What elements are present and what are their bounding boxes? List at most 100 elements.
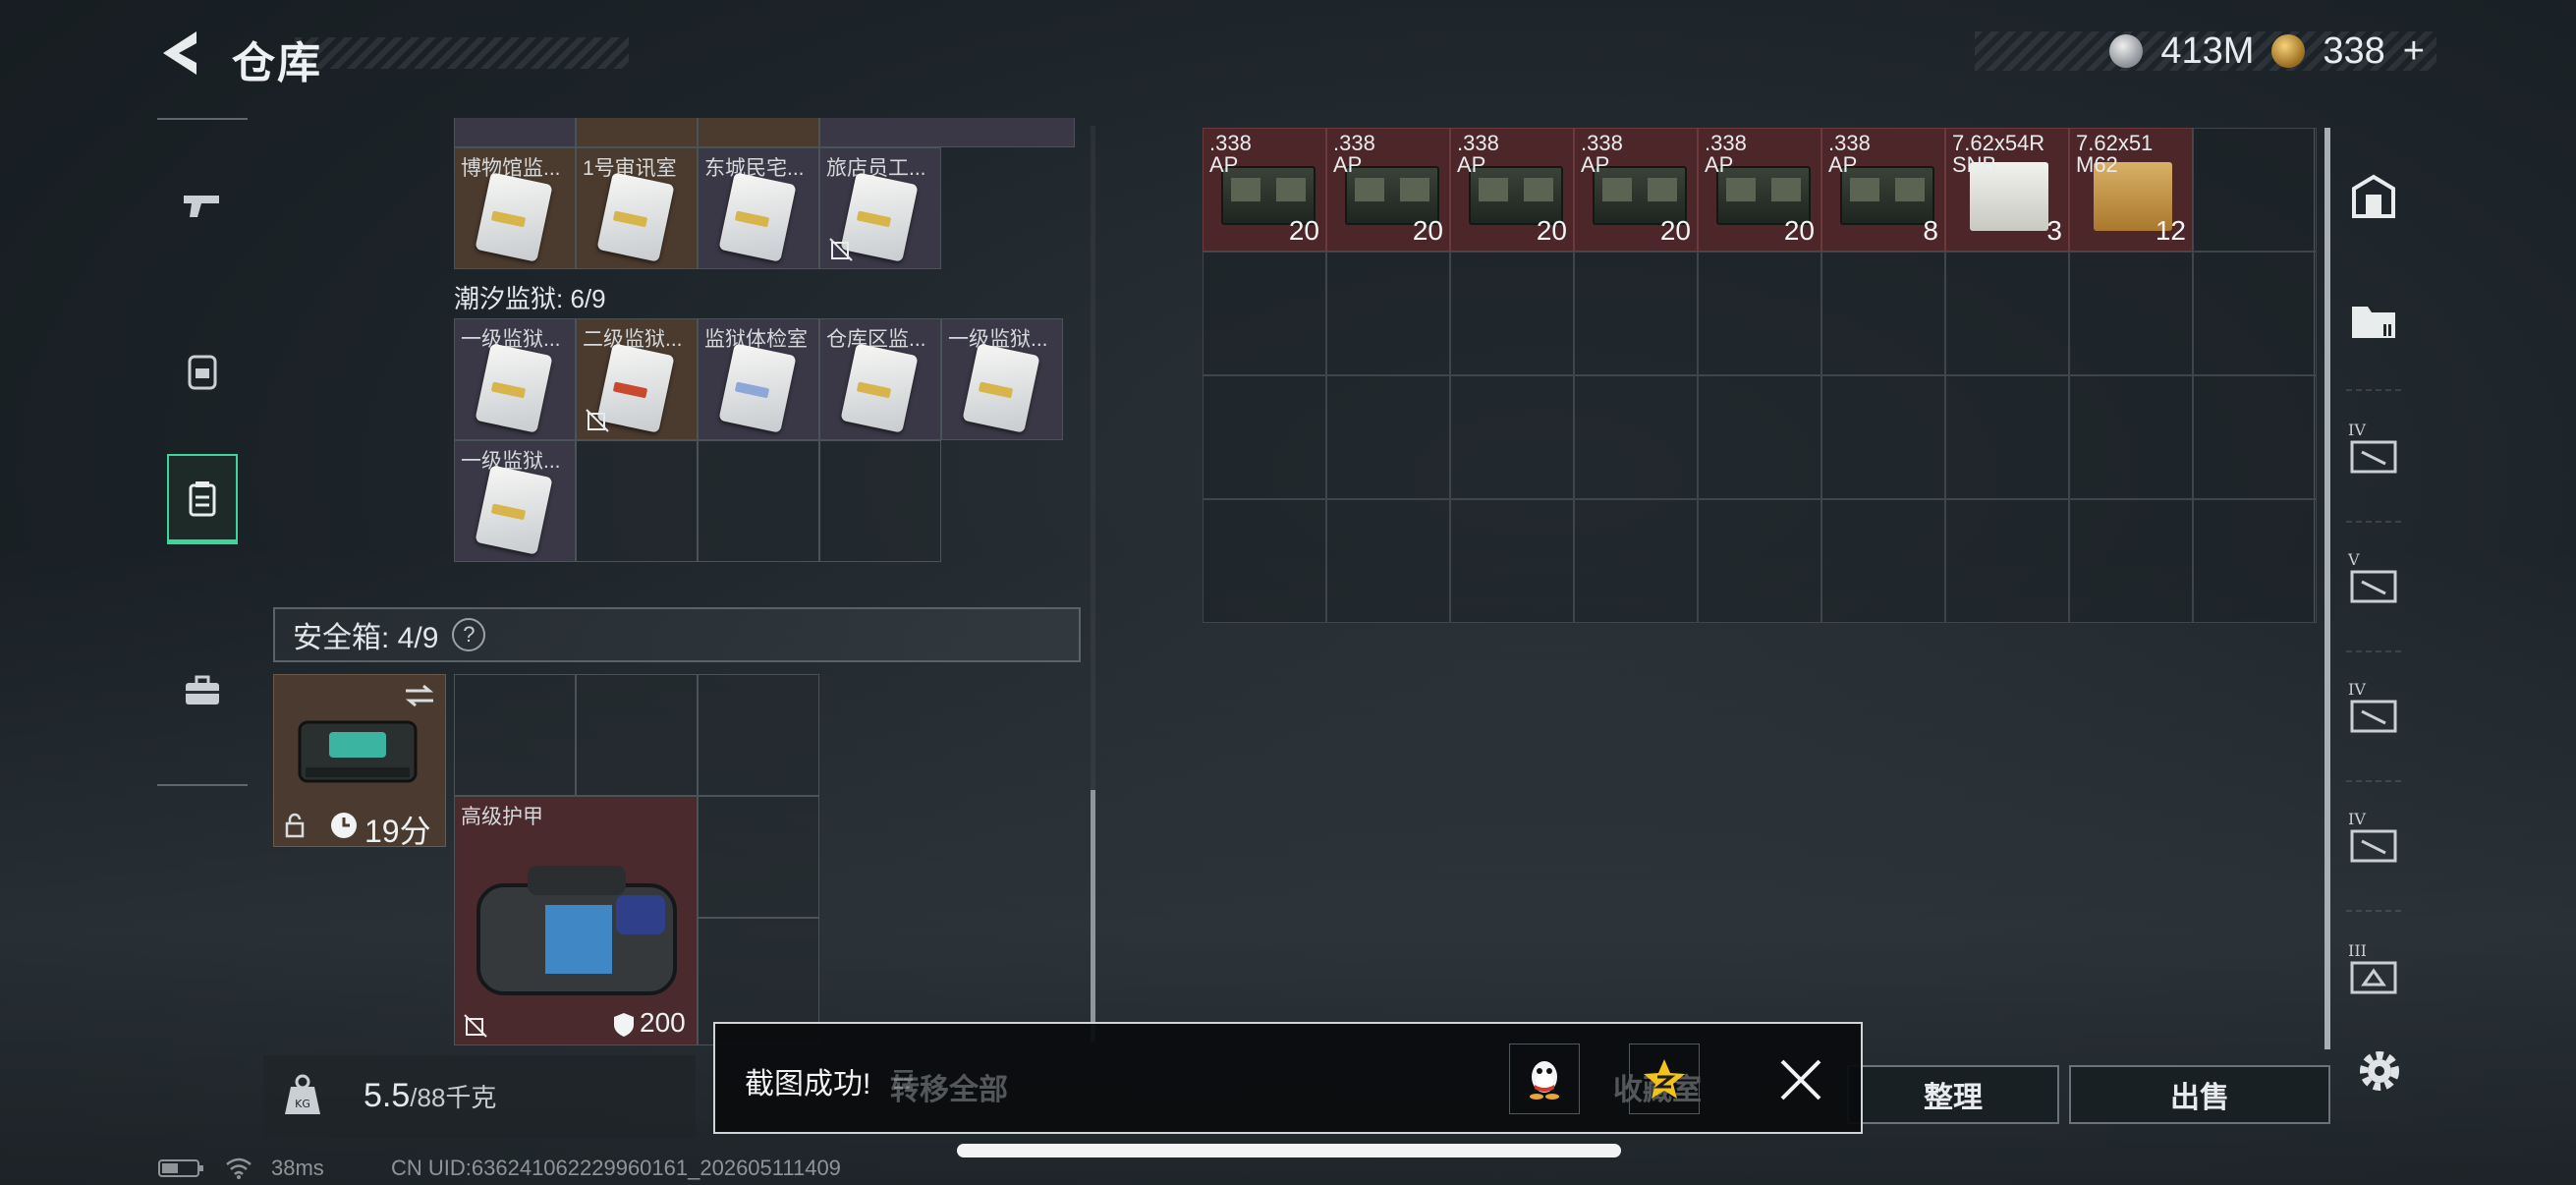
ammo-count: 12	[2155, 215, 2186, 246]
sell-button[interactable]: 出售	[2069, 1065, 2330, 1124]
stash-empty-slot[interactable]	[2193, 252, 2317, 375]
stash-empty-slot[interactable]	[2193, 128, 2317, 252]
nav-toolbox[interactable]	[167, 647, 238, 737]
keycard-icon	[718, 343, 797, 433]
ammo-label: 7.62x51 M62	[2076, 131, 2154, 177]
stash-empty-slot[interactable]	[2069, 252, 2193, 375]
qq-share-button[interactable]	[1509, 1044, 1580, 1114]
empty-slot[interactable]	[576, 674, 698, 796]
keycard-item[interactable]: 1号审讯室	[576, 147, 698, 269]
stash-tab-tier[interactable]: V	[2342, 550, 2405, 615]
stash-empty-slot[interactable]	[1326, 499, 1450, 623]
stash-empty-slot[interactable]	[1326, 252, 1450, 375]
transfer-all-button[interactable]: 转移全部	[890, 1065, 1008, 1108]
nav-weapons[interactable]	[167, 161, 238, 252]
keycard-icon	[962, 343, 1040, 433]
empty-slot[interactable]	[454, 674, 576, 796]
armor-bag-item[interactable]: 高级护甲 200	[454, 796, 698, 1045]
empty-slot[interactable]	[698, 796, 819, 918]
stash-empty-slot[interactable]	[1203, 252, 1326, 375]
stash-tab-tier[interactable]: IV	[2342, 680, 2405, 745]
empty-slot[interactable]	[819, 440, 941, 562]
stash-empty-slot[interactable]	[1945, 499, 2069, 623]
stash-empty-slot[interactable]	[1574, 375, 1698, 499]
stash-item-ammo[interactable]: .338 AP 20	[1203, 128, 1326, 252]
close-icon[interactable]	[1778, 1057, 1823, 1102]
keycard-item[interactable]: 旅店员工...	[819, 147, 941, 269]
ammo-count: 20	[1412, 215, 1443, 246]
stash-empty-slot[interactable]	[1326, 375, 1450, 499]
left-category-nav	[157, 118, 248, 786]
keycard-item[interactable]: 仓库区监...	[819, 318, 941, 440]
folder-icon	[2352, 307, 2395, 338]
qzone-share-button[interactable]	[1629, 1044, 1700, 1114]
keycard-item[interactable]: 博物馆监...	[454, 147, 576, 269]
silver-currency-value: 413M	[2160, 29, 2255, 72]
stash-empty-slot[interactable]	[1574, 499, 1698, 623]
home-indicator[interactable]	[957, 1144, 1621, 1157]
keycard-item[interactable]: 一级监狱...	[454, 318, 576, 440]
stash-item-ammo[interactable]: .338 AP 20	[1574, 128, 1698, 252]
ammo-label: .338 AP	[1209, 131, 1252, 177]
keycard-item[interactable]: 东城民宅...	[698, 147, 819, 269]
stash-empty-slot[interactable]	[1450, 252, 1574, 375]
weight-readout: 5.5/88千克	[364, 1077, 496, 1115]
nav-safebox[interactable]	[167, 454, 238, 544]
stash-empty-slot[interactable]	[1450, 375, 1574, 499]
inventory-scrollbar[interactable]	[1091, 790, 1095, 1042]
stash-item-ammo[interactable]: .338 AP 20	[1326, 128, 1450, 252]
back-arrow-icon[interactable]	[157, 28, 204, 79]
empty-slot[interactable]	[698, 440, 819, 562]
sort-button[interactable]: 整理	[1847, 1065, 2059, 1124]
nav-backpack[interactable]	[167, 326, 238, 417]
stash-item-ammo[interactable]: .338 AP 8	[1821, 128, 1945, 252]
stash-empty-slot[interactable]	[1821, 499, 1945, 623]
stash-tab-storage[interactable]	[2342, 289, 2405, 352]
safebox-case-item[interactable]: 19分	[273, 674, 446, 849]
stash-empty-slot[interactable]	[1203, 499, 1326, 623]
stash-tab-main[interactable]	[2342, 165, 2405, 228]
stash-empty-slot[interactable]	[1821, 375, 1945, 499]
armor-bag-icon	[476, 866, 677, 995]
stash-empty-slot[interactable]	[1945, 375, 2069, 499]
stash-empty-slot[interactable]	[2069, 499, 2193, 623]
stash-item-ammo[interactable]: 7.62x54R SNB 3	[1945, 128, 2069, 252]
gear-icon[interactable]	[2354, 1045, 2405, 1097]
stash-tab-tier[interactable]: III	[2342, 941, 2405, 1006]
swap-icon[interactable]	[402, 683, 437, 708]
stash-tab-tier[interactable]: IV	[2342, 810, 2405, 875]
stash-empty-slot[interactable]	[1821, 252, 1945, 375]
wifi-icon	[226, 1157, 252, 1179]
stash-item-ammo[interactable]: .338 AP 20	[1450, 128, 1574, 252]
keycard-icon	[475, 343, 553, 433]
add-currency-button[interactable]: +	[2403, 30, 2425, 73]
stash-empty-slot[interactable]	[2069, 375, 2193, 499]
nav-separator	[2346, 521, 2401, 523]
stash-empty-slot[interactable]	[1203, 375, 1326, 499]
safebox-timer: 19分	[364, 814, 431, 849]
help-icon[interactable]: ?	[452, 618, 486, 651]
stash-empty-slot[interactable]	[1698, 499, 1821, 623]
stash-item-ammo[interactable]: 7.62x51 M62 12	[2069, 128, 2193, 252]
stash-empty-slot[interactable]	[1698, 252, 1821, 375]
stash-empty-slot[interactable]	[1450, 499, 1574, 623]
ammo-count: 20	[1783, 215, 1815, 246]
empty-slot[interactable]	[576, 440, 698, 562]
tier-label: IV	[2348, 680, 2366, 699]
stash-item-ammo[interactable]: .338 AP 20	[1698, 128, 1821, 252]
empty-slot[interactable]	[698, 674, 819, 796]
stash-scrollbar[interactable]	[2324, 128, 2330, 1049]
stash-empty-slot[interactable]	[2193, 375, 2317, 499]
no-link-icon	[829, 238, 853, 261]
stash-empty-slot[interactable]	[1574, 252, 1698, 375]
ammo-count: 8	[1923, 215, 1938, 246]
stash-tab-tier[interactable]: IV	[2342, 421, 2405, 485]
keycard-item[interactable]: 监狱体检室	[698, 318, 819, 440]
keycard-item[interactable]: 一级监狱...	[941, 318, 1063, 440]
nav-separator	[2346, 389, 2401, 391]
keycard-item[interactable]: 一级监狱...	[454, 440, 576, 562]
stash-empty-slot[interactable]	[1945, 252, 2069, 375]
keycard-item[interactable]: 二级监狱...	[576, 318, 698, 440]
stash-empty-slot[interactable]	[2193, 499, 2317, 623]
stash-empty-slot[interactable]	[1698, 375, 1821, 499]
